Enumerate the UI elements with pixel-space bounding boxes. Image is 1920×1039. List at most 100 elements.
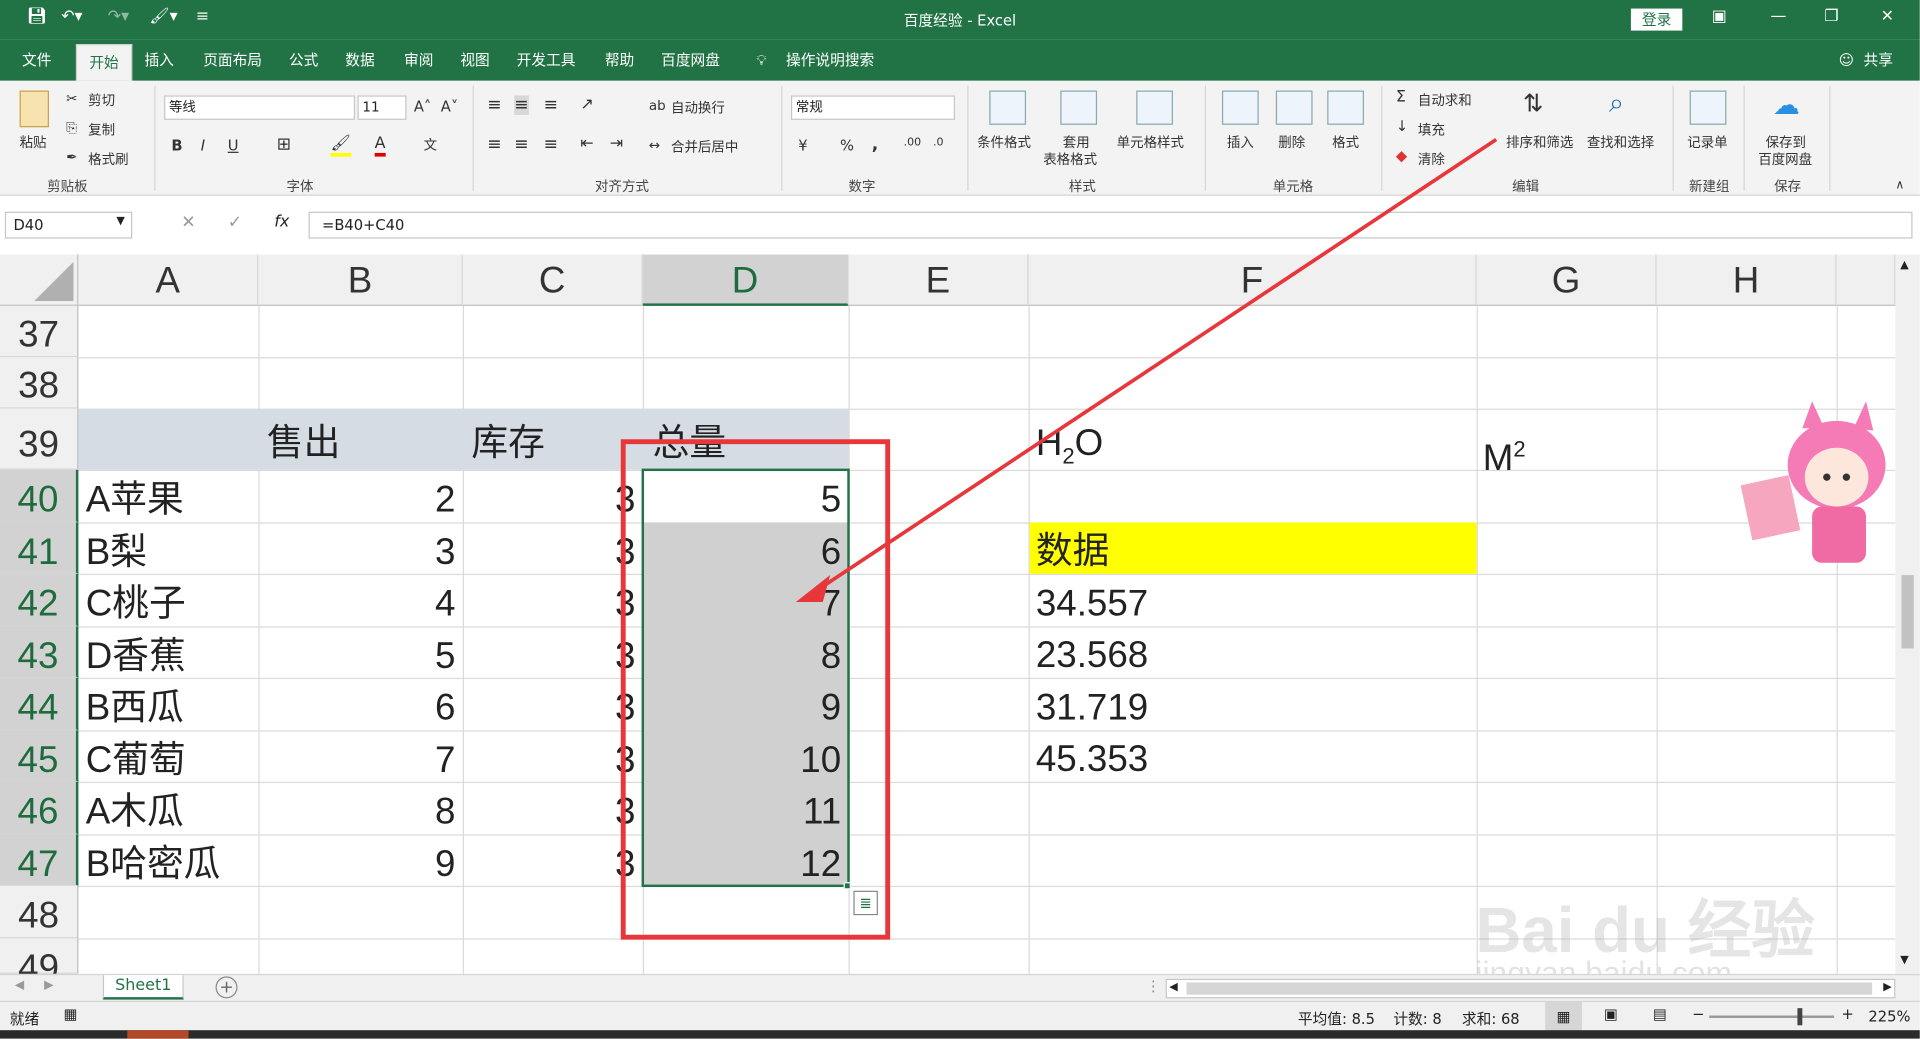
wrap-text-icon[interactable]: ab: [649, 98, 666, 114]
format-painter-icon[interactable]: ✒: [66, 149, 77, 165]
zoom-in-icon[interactable]: +: [1841, 1006, 1853, 1023]
comma-button[interactable]: ,: [872, 135, 879, 155]
cell-b41[interactable]: 3: [258, 527, 462, 578]
tab-insert[interactable]: 插入: [137, 39, 181, 81]
cell-b43[interactable]: 5: [258, 631, 462, 682]
paste-icon[interactable]: [19, 90, 49, 128]
cell-b39[interactable]: 售出: [267, 418, 340, 469]
cell-d41[interactable]: 6: [643, 527, 849, 578]
quick-analysis-icon[interactable]: ≣: [853, 890, 878, 916]
cell-c41[interactable]: 3: [463, 527, 643, 578]
row-header-46[interactable]: 46: [0, 781, 79, 835]
sheet-tab-sheet1[interactable]: Sheet1: [102, 975, 184, 1000]
cell-d45[interactable]: 10: [643, 735, 849, 786]
cell-c47[interactable]: 3: [463, 839, 643, 890]
increase-indent-icon[interactable]: ⇥: [610, 135, 623, 153]
cell-f41[interactable]: 数据: [1036, 526, 1109, 577]
decrease-font-icon[interactable]: A˅: [441, 98, 458, 115]
cut-icon[interactable]: ✂: [66, 91, 77, 107]
cell-styles-icon[interactable]: [1136, 90, 1173, 125]
share-button[interactable]: 共享: [1856, 39, 1900, 81]
add-sheet-icon[interactable]: +: [215, 976, 238, 999]
row-header-45[interactable]: 45: [0, 730, 79, 782]
fill-icon[interactable]: ↓: [1396, 117, 1408, 134]
zoom-level[interactable]: 225%: [1868, 1008, 1910, 1025]
zoom-slider-thumb[interactable]: [1797, 1008, 1803, 1026]
cell-a46[interactable]: A木瓜: [86, 787, 184, 838]
column-header-g[interactable]: G: [1476, 254, 1657, 306]
vertical-scroll-thumb[interactable]: [1901, 575, 1914, 649]
align-top-icon[interactable]: ≡: [487, 95, 501, 115]
column-header-f[interactable]: F: [1028, 254, 1477, 306]
cell-b45[interactable]: 7: [258, 735, 462, 786]
row-header-39[interactable]: 39: [0, 408, 79, 470]
cell-c44[interactable]: 3: [463, 683, 643, 734]
record-form-icon[interactable]: [1689, 90, 1727, 125]
insert-cells-icon[interactable]: [1221, 90, 1259, 125]
zoom-out-icon[interactable]: −: [1692, 1006, 1704, 1023]
delete-cells-icon[interactable]: [1275, 90, 1313, 125]
bold-button[interactable]: B: [171, 137, 182, 154]
tab-page-layout[interactable]: 页面布局: [196, 39, 269, 81]
find-select-button[interactable]: 查找和选择: [1587, 132, 1654, 152]
scroll-up-icon[interactable]: ▲: [1900, 259, 1908, 271]
format-as-table-icon[interactable]: [1060, 90, 1098, 125]
cell-a42[interactable]: C桃子: [86, 579, 186, 630]
row-header-41[interactable]: 41: [0, 522, 79, 574]
cell-c42[interactable]: 3: [463, 579, 643, 630]
cell-b40[interactable]: 2: [258, 475, 462, 526]
cell-f44[interactable]: 31.719: [1036, 683, 1148, 734]
increase-font-icon[interactable]: A˄: [414, 98, 431, 115]
worksheet-grid[interactable]: A B C D E F G H 37 38 39 40 41 42 43 44 …: [0, 254, 1896, 974]
cell-d43[interactable]: 8: [643, 631, 849, 682]
page-break-view-icon[interactable]: ▤: [1653, 1006, 1667, 1023]
cell-b47[interactable]: 9: [258, 839, 462, 890]
format-cells-icon[interactable]: [1327, 90, 1364, 125]
cut-button[interactable]: 剪切: [88, 91, 115, 111]
insert-function-button[interactable]: fx: [274, 213, 289, 231]
column-header-a[interactable]: A: [78, 254, 259, 306]
font-name-select[interactable]: 等线: [164, 95, 356, 120]
macro-record-icon[interactable]: ▦: [64, 1006, 78, 1023]
merge-center-button[interactable]: 合并后居中: [671, 137, 738, 157]
restore-icon[interactable]: ❐: [1824, 7, 1838, 25]
clear-button[interactable]: 清除: [1418, 149, 1445, 169]
merge-icon[interactable]: ↔: [649, 137, 660, 153]
clear-icon[interactable]: ◆: [1396, 147, 1407, 164]
tab-file[interactable]: 文件: [12, 39, 61, 81]
login-button[interactable]: 登录: [1630, 8, 1683, 31]
row-header-40[interactable]: 40: [0, 469, 79, 523]
enter-icon[interactable]: ✓: [228, 213, 242, 233]
tab-formulas[interactable]: 公式: [282, 39, 326, 81]
cell-d44[interactable]: 9: [643, 683, 849, 734]
cell-g39[interactable]: M2: [1483, 423, 1526, 484]
scroll-left-icon[interactable]: ◀: [1169, 981, 1177, 993]
formula-input[interactable]: =B40+C40: [308, 211, 1913, 239]
tab-help[interactable]: 帮助: [598, 39, 642, 81]
copy-icon[interactable]: ⎘: [66, 120, 77, 137]
column-header-d[interactable]: D: [642, 254, 849, 306]
underline-button[interactable]: U: [228, 137, 239, 154]
cell-d42[interactable]: 7: [643, 579, 849, 630]
decrease-indent-icon[interactable]: ⇤: [580, 135, 593, 153]
cell-f45[interactable]: 45.353: [1036, 734, 1148, 785]
row-header-37[interactable]: 37: [0, 305, 79, 358]
normal-view-icon[interactable]: ▦: [1545, 1002, 1582, 1032]
zoom-slider[interactable]: [1709, 1015, 1835, 1018]
delete-cells-button[interactable]: 删除: [1278, 132, 1305, 152]
minimize-icon[interactable]: —: [1770, 7, 1786, 25]
align-right-icon[interactable]: ≡: [544, 135, 558, 155]
collapse-ribbon-icon[interactable]: ∧: [1895, 179, 1904, 192]
tab-developer[interactable]: 开发工具: [509, 39, 582, 81]
cell-f39[interactable]: H2O: [1036, 418, 1103, 482]
ribbon-display-icon[interactable]: ▣: [1712, 7, 1727, 25]
cell-d39[interactable]: 总量: [653, 418, 726, 469]
tell-me-search[interactable]: 操作说明搜索: [779, 39, 882, 81]
save-to-netdisk-label[interactable]: 百度网盘: [1758, 149, 1812, 169]
row-header-47[interactable]: 47: [0, 834, 79, 886]
copy-button[interactable]: 复制: [88, 120, 115, 140]
format-as-table-label[interactable]: 表格格式: [1043, 149, 1097, 169]
increase-decimal-icon[interactable]: .00: [904, 137, 922, 149]
align-left-icon[interactable]: ≡: [487, 135, 501, 155]
cell-d47[interactable]: 12: [643, 839, 849, 890]
